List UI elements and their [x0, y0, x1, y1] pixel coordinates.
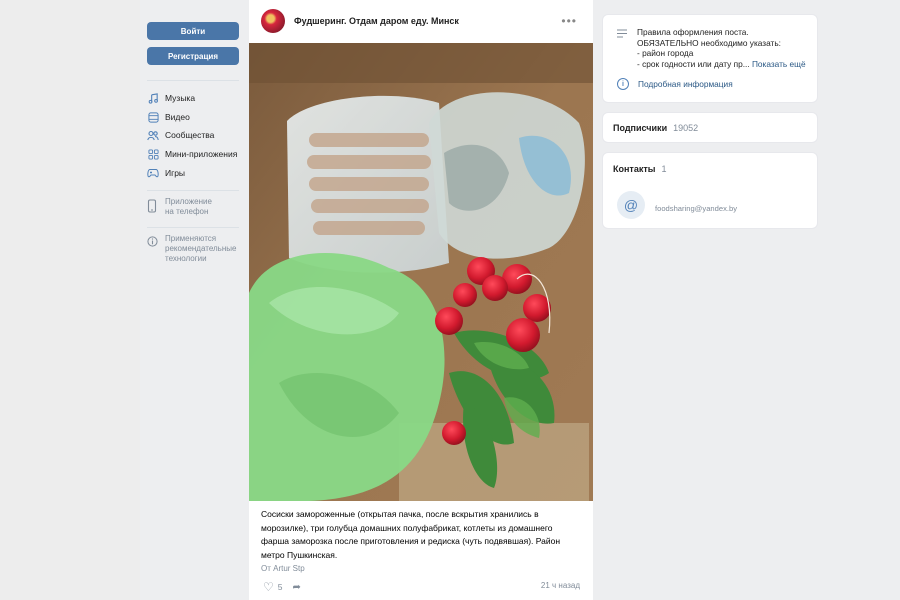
subscribers-title: Подписчики 19052 [613, 123, 698, 133]
sidebar-item-label: Музыка [165, 93, 196, 103]
sidebar-item-label: Сообщества [165, 130, 215, 140]
mini-apps-icon [147, 148, 159, 160]
detailed-info-link[interactable]: i Подробная информация [617, 78, 733, 90]
contact-email[interactable]: foodsharing@yandex.by [655, 204, 737, 213]
contacts-label: Контакты [613, 164, 656, 174]
post-time[interactable]: 21 ч назад [541, 581, 580, 590]
sidebar-item-label: Мини-приложения [165, 149, 238, 159]
sidebar-item-label: Игры [165, 168, 186, 178]
heart-icon: ♡ [263, 580, 274, 594]
sidebar-item-label: Видео [165, 112, 190, 122]
recommendations-link[interactable]: Применяются рекомендательные технологии [147, 234, 236, 264]
contacts-count: 1 [661, 164, 667, 174]
outer-margin [0, 0, 140, 600]
post-card: Фудшеринг. Отдам даром еду. Минск ••• Со… [249, 0, 593, 600]
sidebar-item-video[interactable]: Видео [147, 109, 190, 125]
register-button[interactable]: Регистрация [147, 47, 239, 65]
sidebar-item-music[interactable]: Музыка [147, 90, 195, 106]
more-options-icon[interactable]: ••• [561, 14, 577, 28]
like-button[interactable]: ♡ 5 [263, 580, 283, 594]
likes-count: 5 [277, 582, 283, 592]
mobile-app-link[interactable]: Приложение на телефон [147, 197, 212, 217]
video-icon [147, 111, 159, 123]
post-author[interactable]: От Artur Stp [261, 564, 305, 573]
subscribers-label: Подписчики [613, 123, 668, 133]
divider [147, 190, 239, 191]
contacts-card: Контакты 1 @ foodsharing@yandex.by [602, 152, 818, 229]
recommendations-label: Применяются рекомендательные технологии [165, 234, 237, 263]
show-more-link[interactable]: Показать ещё [752, 59, 806, 69]
login-button[interactable]: Войти [147, 22, 239, 40]
divider [147, 80, 239, 81]
sidebar-item-games[interactable]: Игры [147, 165, 185, 181]
detailed-info-label: Подробная информация [638, 79, 733, 89]
contacts-title[interactable]: Контакты 1 [613, 164, 666, 174]
post-header: Фудшеринг. Отдам даром еду. Минск [261, 9, 459, 33]
music-icon [147, 92, 159, 104]
info-icon: i [617, 78, 629, 90]
divider [147, 227, 239, 228]
subscribers-card[interactable]: Подписчики 19052 [602, 112, 818, 143]
group-name[interactable]: Фудшеринг. Отдам даром еду. Минск [294, 16, 459, 26]
share-icon[interactable]: ➦ [293, 582, 301, 593]
subscribers-count: 19052 [673, 123, 699, 133]
post-actions: ♡ 5 ➦ [263, 580, 301, 594]
mobile-app-label: Приложение на телефон [165, 197, 212, 216]
info-circle-icon [147, 236, 159, 249]
page: Войти Регистрация Музыка Видео Сообществ… [0, 0, 900, 600]
email-icon: @ [617, 191, 645, 219]
group-description: Правила оформления поста. ОБЯЗАТЕЛЬНО не… [637, 27, 813, 69]
group-avatar[interactable] [261, 9, 285, 33]
sidebar-item-communities[interactable]: Сообщества [147, 127, 214, 143]
communities-icon [147, 129, 159, 141]
post-photo[interactable] [249, 43, 593, 501]
post-text: Сосиски замороженные (открытая пачка, по… [261, 509, 561, 560]
info-card: Правила оформления поста. ОБЯЗАТЕЛЬНО не… [602, 14, 818, 103]
phone-icon [147, 199, 159, 215]
sidebar-item-mini-apps[interactable]: Мини-приложения [147, 146, 237, 162]
games-icon [147, 167, 159, 179]
list-icon [617, 29, 627, 41]
